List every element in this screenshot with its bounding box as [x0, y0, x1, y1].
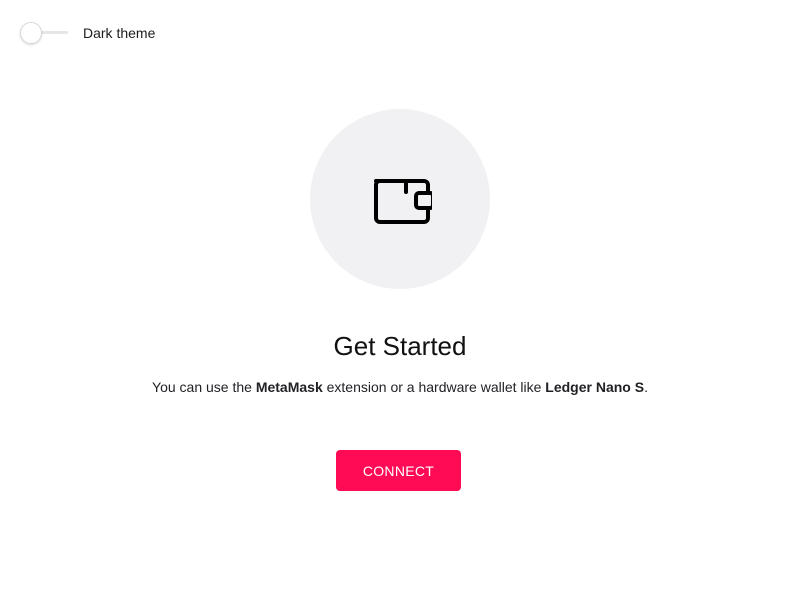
dark-theme-toggle[interactable]: Dark theme	[20, 21, 155, 45]
description-text: You can use the MetaMask extension or a …	[0, 377, 800, 397]
ledger-highlight: Ledger Nano S	[545, 379, 645, 395]
toggle-switch[interactable]	[20, 21, 70, 45]
connect-button[interactable]: CONNECT	[336, 450, 461, 491]
description-part: .	[644, 379, 648, 395]
description-part: You can use the	[152, 379, 256, 395]
toggle-thumb[interactable]	[20, 22, 42, 44]
dark-theme-label: Dark theme	[83, 25, 156, 41]
wallet-icon	[374, 179, 432, 224]
metamask-highlight: MetaMask	[255, 379, 323, 395]
description-part: extension or a hardware wallet like	[322, 379, 546, 395]
get-started-page: Dark theme Get Started You can use the M…	[0, 0, 800, 600]
wallet-illustration	[310, 109, 490, 289]
page-title: Get Started	[333, 331, 467, 361]
